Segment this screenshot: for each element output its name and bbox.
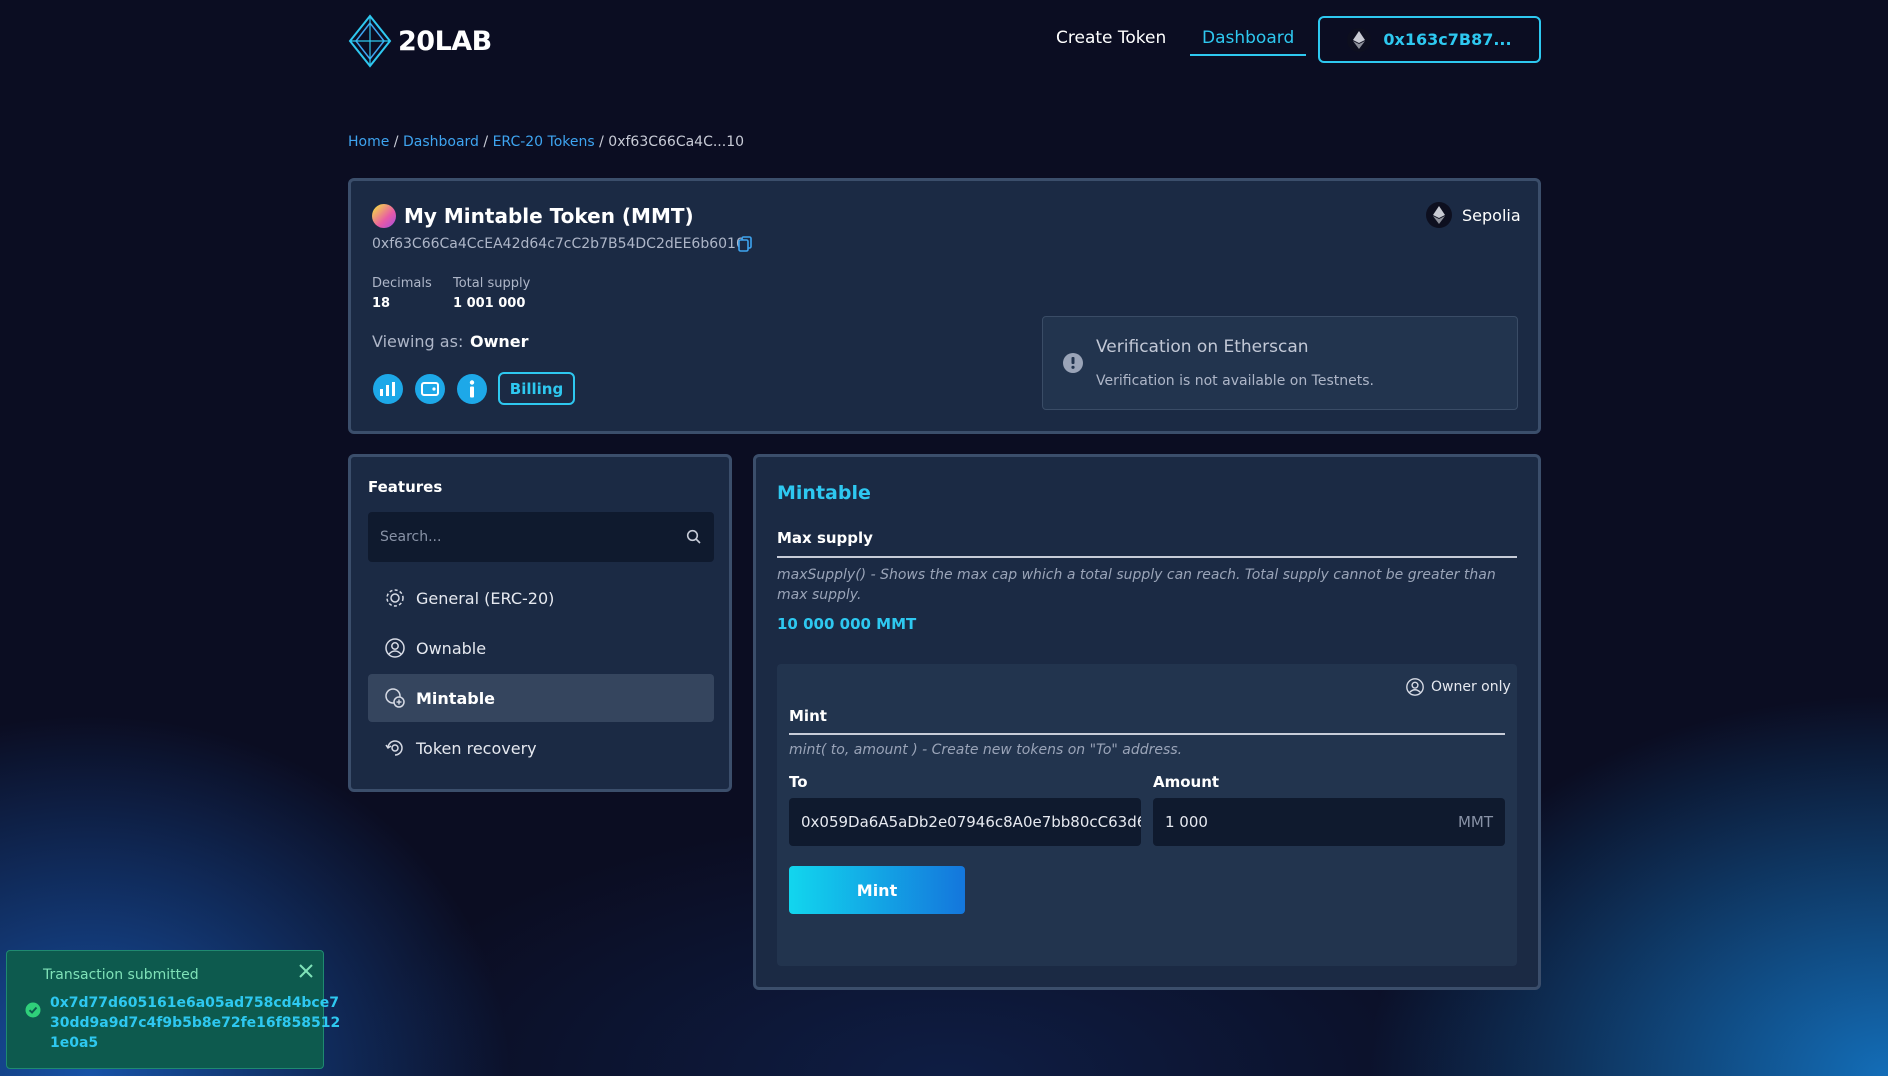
max-supply-heading: Max supply xyxy=(777,529,873,547)
feature-item-label: Token recovery xyxy=(416,738,537,758)
logo-text: 20LAB xyxy=(398,25,492,57)
token-logo xyxy=(372,204,396,228)
max-supply-value: 10 000 000 MMT xyxy=(777,615,917,633)
owner-only-label: Owner only xyxy=(1431,679,1511,695)
transaction-hash[interactable]: 0x7d77d605161e6a05ad758cd4bce7 30dd9a9d7… xyxy=(50,993,340,1053)
copy-icon[interactable] xyxy=(738,236,754,252)
breadcrumb-erc20-tokens[interactable]: ERC-20 Tokens xyxy=(493,134,595,150)
feature-item-label: General (ERC-20) xyxy=(416,588,555,608)
feature-item-mintable[interactable]: Mintable xyxy=(368,674,714,722)
search-input[interactable] xyxy=(368,512,668,562)
chart-icon[interactable] xyxy=(373,374,403,404)
user-circle-icon xyxy=(1406,678,1424,696)
section-divider xyxy=(789,733,1505,735)
nav-dashboard[interactable]: Dashboard xyxy=(1190,28,1307,56)
gear-icon xyxy=(386,589,404,607)
amount-label: Amount xyxy=(1153,773,1220,791)
billing-button[interactable]: Billing xyxy=(498,372,575,405)
amount-unit: MMT xyxy=(1457,813,1493,831)
total-supply-value: 1 001 000 xyxy=(453,296,526,311)
owner-only-badge: Owner only xyxy=(1405,677,1511,697)
feature-item-general[interactable]: General (ERC-20) xyxy=(368,574,714,622)
check-circle-icon xyxy=(25,1002,41,1018)
feature-item-label: Mintable xyxy=(416,688,496,708)
breadcrumb-dashboard[interactable]: Dashboard xyxy=(403,134,479,150)
feature-title: Mintable xyxy=(777,482,871,504)
features-title: Features xyxy=(368,478,443,496)
feature-item-label: Ownable xyxy=(416,638,487,658)
section-divider xyxy=(777,556,1517,558)
logo-icon xyxy=(348,14,392,68)
ethereum-icon xyxy=(1426,202,1452,228)
mint-coin-icon xyxy=(385,688,405,708)
user-circle-icon xyxy=(385,638,405,658)
verification-message: Verification is not available on Testnet… xyxy=(1096,373,1374,389)
wallet-button[interactable]: 0x163c7B87... xyxy=(1318,16,1541,63)
max-supply-description: maxSupply() - Shows the max cap which a … xyxy=(777,567,1496,603)
recovery-icon xyxy=(385,740,403,756)
verification-notice: Verification on Etherscan Verification i… xyxy=(1042,316,1518,410)
wallet-icon[interactable] xyxy=(415,374,445,404)
decimals-value: 18 xyxy=(372,296,391,311)
viewing-as-value: Owner xyxy=(470,332,529,351)
wallet-address: 0x163c7B87... xyxy=(1383,30,1512,49)
feature-item-ownable[interactable]: Ownable xyxy=(368,624,714,672)
nav-create-token[interactable]: Create Token xyxy=(1056,28,1166,48)
logo[interactable]: 20LAB xyxy=(348,14,498,68)
info-icon[interactable] xyxy=(457,374,487,404)
close-icon[interactable] xyxy=(298,963,314,979)
to-address-input[interactable]: 0x059Da6A5aDb2e07946c8A0e7bb80cC63d62d xyxy=(789,798,1141,846)
ethereum-icon xyxy=(1347,27,1372,52)
mint-button[interactable]: Mint xyxy=(789,866,965,914)
mint-heading: Mint xyxy=(789,707,827,725)
feature-item-token-recovery[interactable]: Token recovery xyxy=(368,724,714,772)
token-address: 0xf63C66Ca4CcEA42d64c7cC2b7B54DC2dEE6b60… xyxy=(372,236,745,252)
transaction-toast: Transaction submitted 0x7d77d605161e6a05… xyxy=(6,950,340,1069)
alert-icon xyxy=(1063,353,1083,373)
breadcrumb: Home / Dashboard / ERC-20 Tokens / 0xf63… xyxy=(348,134,745,150)
mint-description: mint( to, amount ) - Create new tokens o… xyxy=(789,742,1183,758)
amount-field[interactable]: 1 000 MMT xyxy=(1153,798,1505,846)
search-icon[interactable] xyxy=(686,529,702,545)
breadcrumb-home[interactable]: Home xyxy=(348,134,389,150)
amount-input[interactable]: 1 000 xyxy=(1165,813,1208,831)
total-supply-label: Total supply xyxy=(453,276,531,291)
network-badge: Sepolia xyxy=(1426,202,1521,228)
feature-search xyxy=(368,512,714,562)
network-name: Sepolia xyxy=(1462,205,1521,225)
toast-title: Transaction submitted xyxy=(43,967,199,983)
to-label: To xyxy=(789,773,808,791)
token-name: My Mintable Token (MMT) xyxy=(404,204,694,228)
verification-title: Verification on Etherscan xyxy=(1096,337,1309,357)
decimals-label: Decimals xyxy=(372,276,432,291)
breadcrumb-current: 0xf63C66Ca4C...10 xyxy=(608,134,745,150)
viewing-as-label: Viewing as: xyxy=(372,332,464,351)
